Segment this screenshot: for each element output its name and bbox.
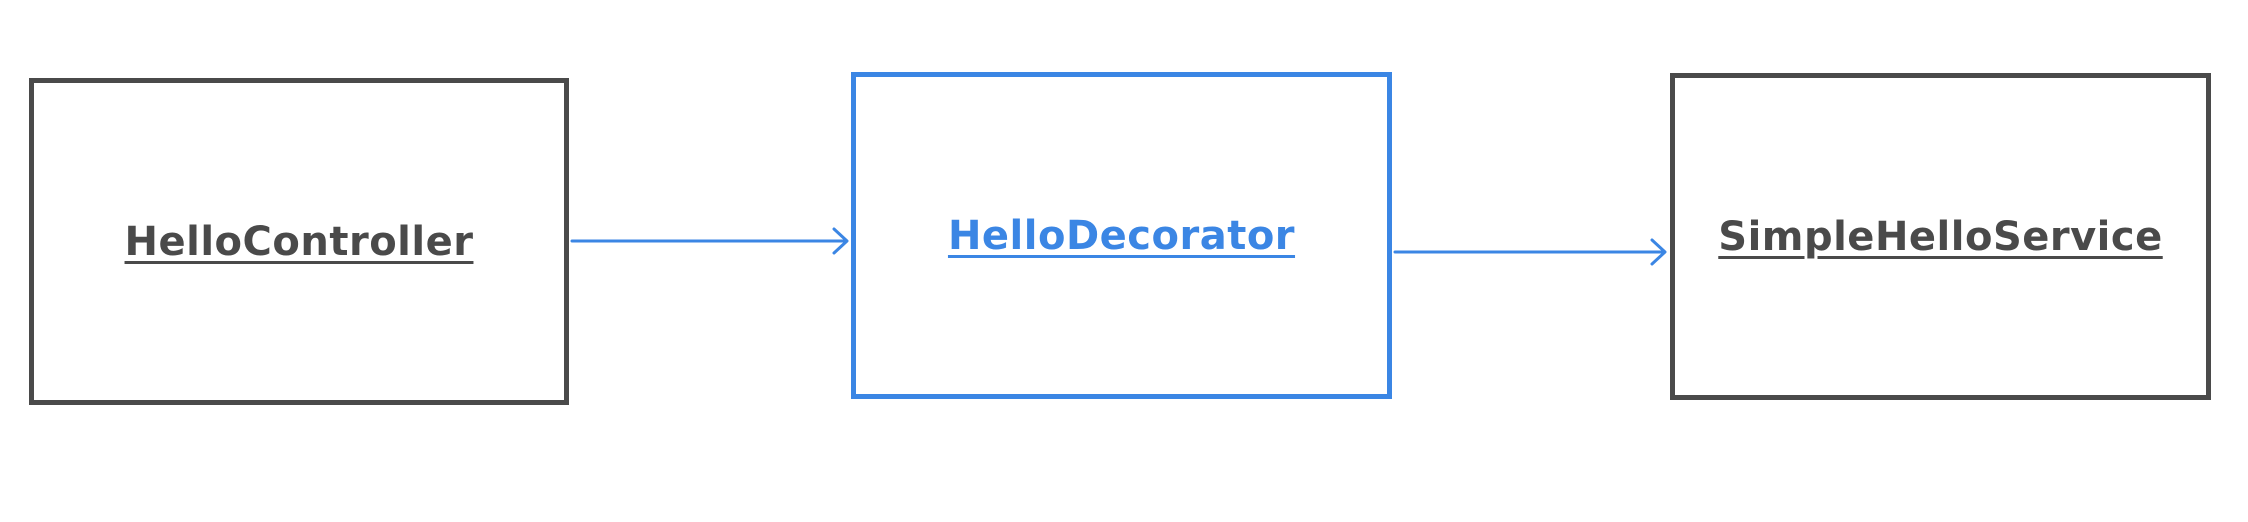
hello-decorator-label: HelloDecorator [947, 212, 1296, 259]
simple-hello-service-label: SimpleHelloService [1718, 213, 2163, 260]
hello-controller-label: HelloController [124, 218, 474, 265]
hello-decorator-box[interactable]: HelloDecorator [851, 72, 1392, 399]
simple-hello-service-box[interactable]: SimpleHelloService [1670, 73, 2211, 400]
hello-controller-box[interactable]: HelloController [29, 78, 569, 405]
diagram-canvas: HelloController HelloDecorator SimpleHel… [0, 0, 2248, 522]
arrow-decorator-to-service [1393, 238, 1667, 266]
arrow-controller-to-decorator [570, 227, 849, 255]
